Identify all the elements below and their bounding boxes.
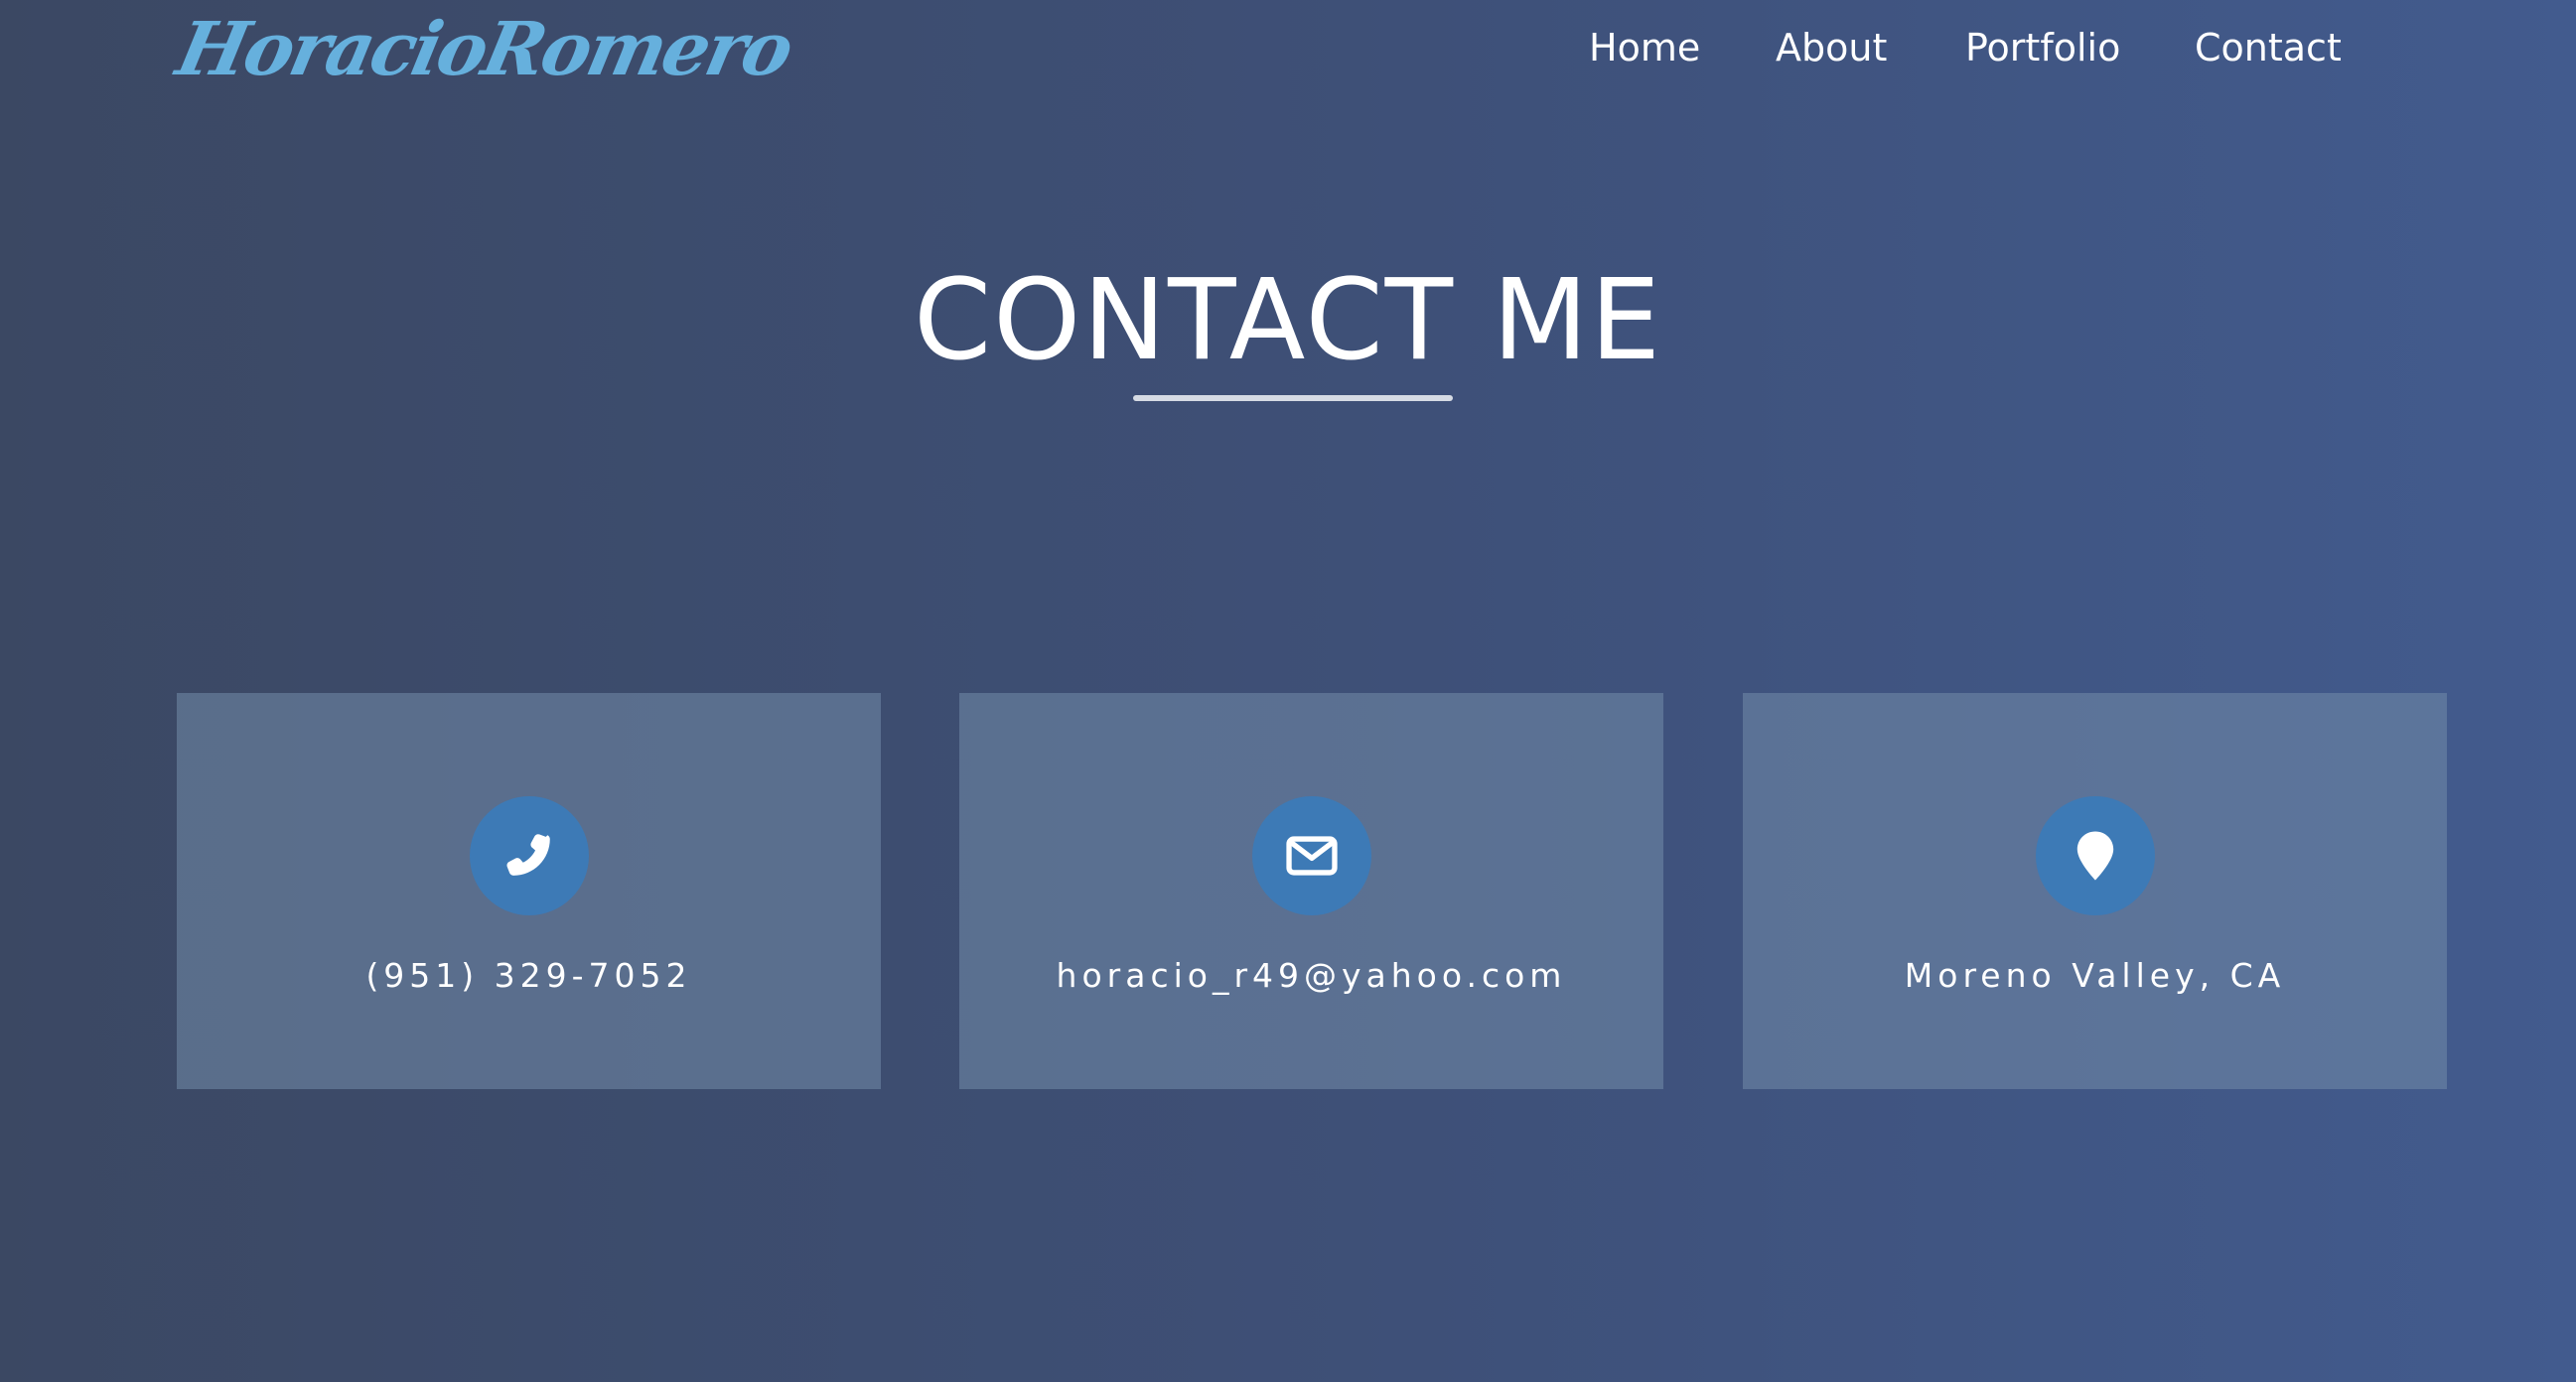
page-title: CONTACT ME <box>913 256 1663 385</box>
nav-link-home[interactable]: Home <box>1589 20 1700 75</box>
contact-card-phone: (951) 329-7052 <box>177 693 881 1089</box>
phone-icon[interactable] <box>469 796 589 915</box>
location-text: Moreno Valley, CA <box>1904 956 2286 995</box>
contact-card-location: Moreno Valley, CA <box>1743 693 2447 1089</box>
nav-link-portfolio[interactable]: Portfolio <box>1965 20 2120 75</box>
map-marker-icon[interactable] <box>2035 796 2155 915</box>
title-underline <box>1133 395 1453 401</box>
email-address: horacio_r49@yahoo.com <box>1056 956 1567 995</box>
phone-number: (951) 329-7052 <box>365 956 692 995</box>
contact-card-email: horacio_r49@yahoo.com <box>959 693 1663 1089</box>
contact-page: HoracioRomero Home About Portfolio Conta… <box>0 0 2576 1382</box>
nav-link-about[interactable]: About <box>1776 20 1887 75</box>
site-logo[interactable]: HoracioRomero <box>170 6 798 94</box>
nav-link-contact[interactable]: Contact <box>2195 20 2342 75</box>
envelope-icon[interactable] <box>1251 796 1371 915</box>
